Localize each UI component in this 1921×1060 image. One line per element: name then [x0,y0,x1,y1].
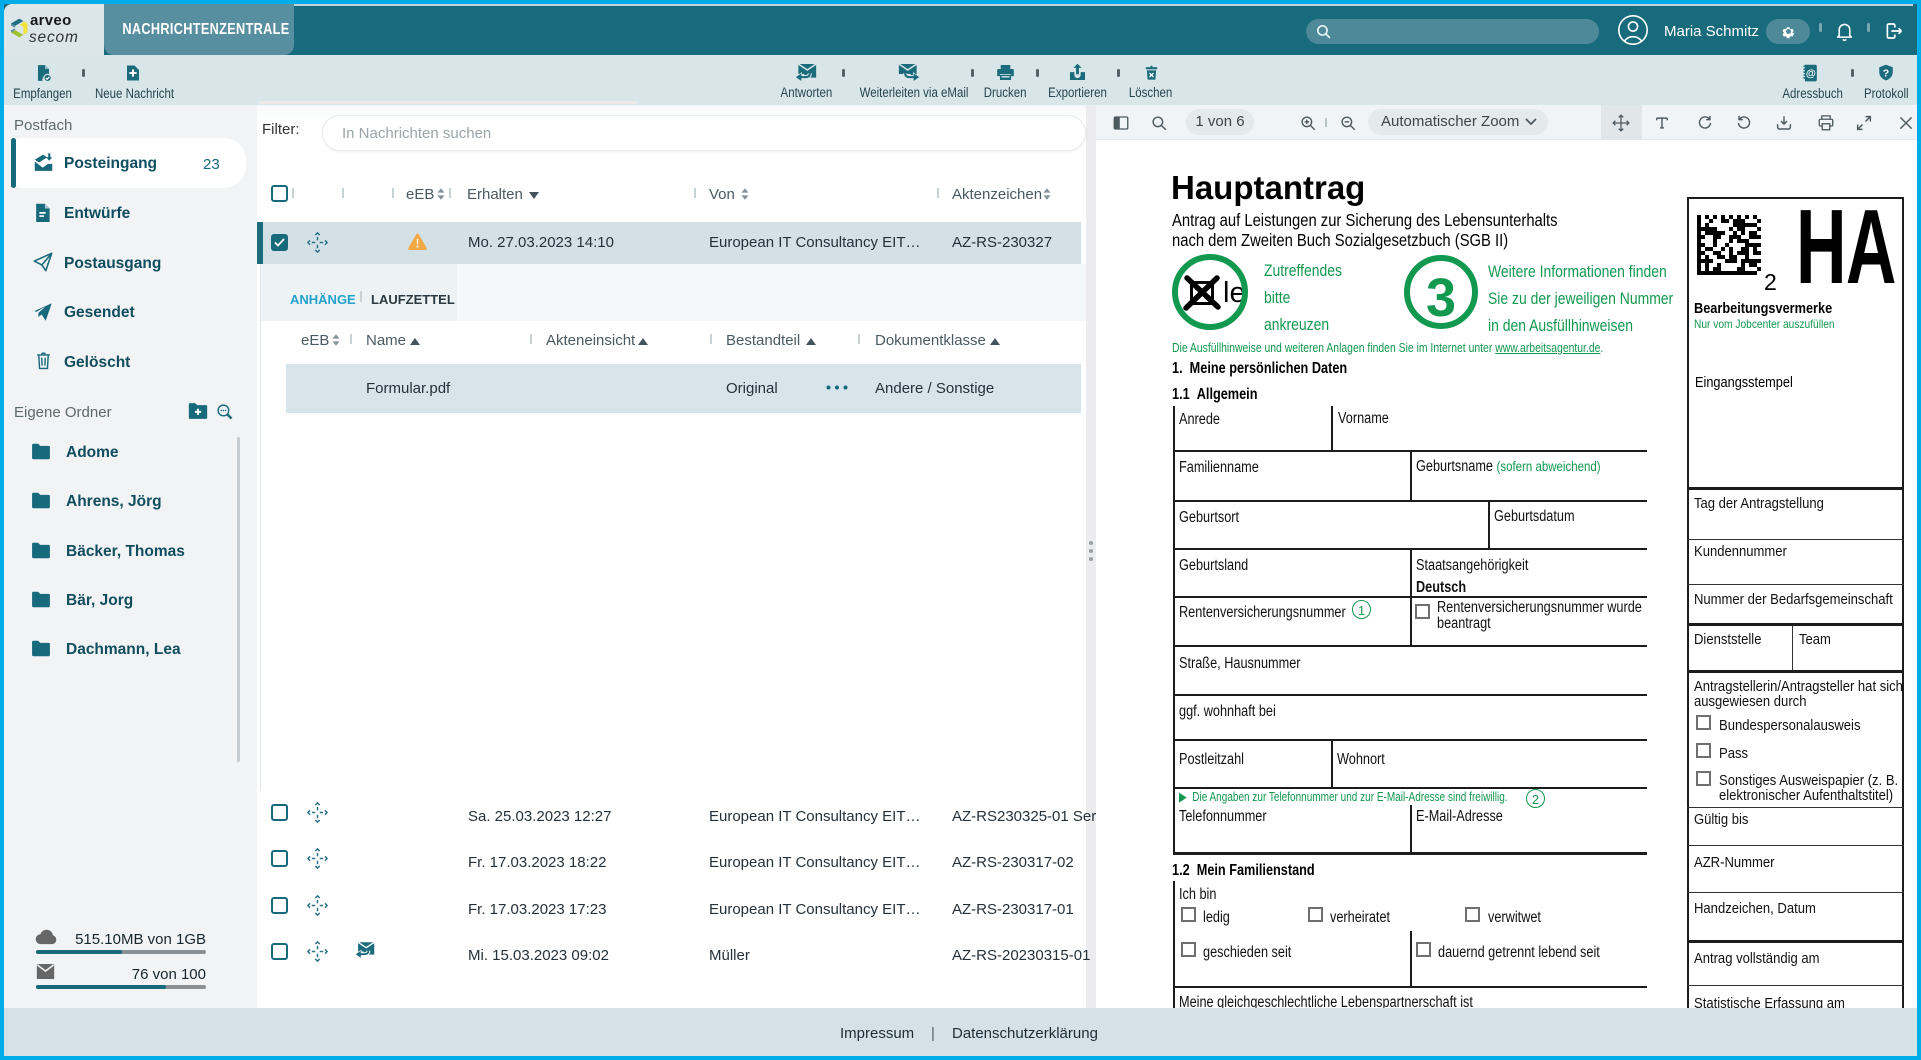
svg-text:@: @ [1805,69,1815,80]
svg-text:?: ? [1883,67,1889,79]
